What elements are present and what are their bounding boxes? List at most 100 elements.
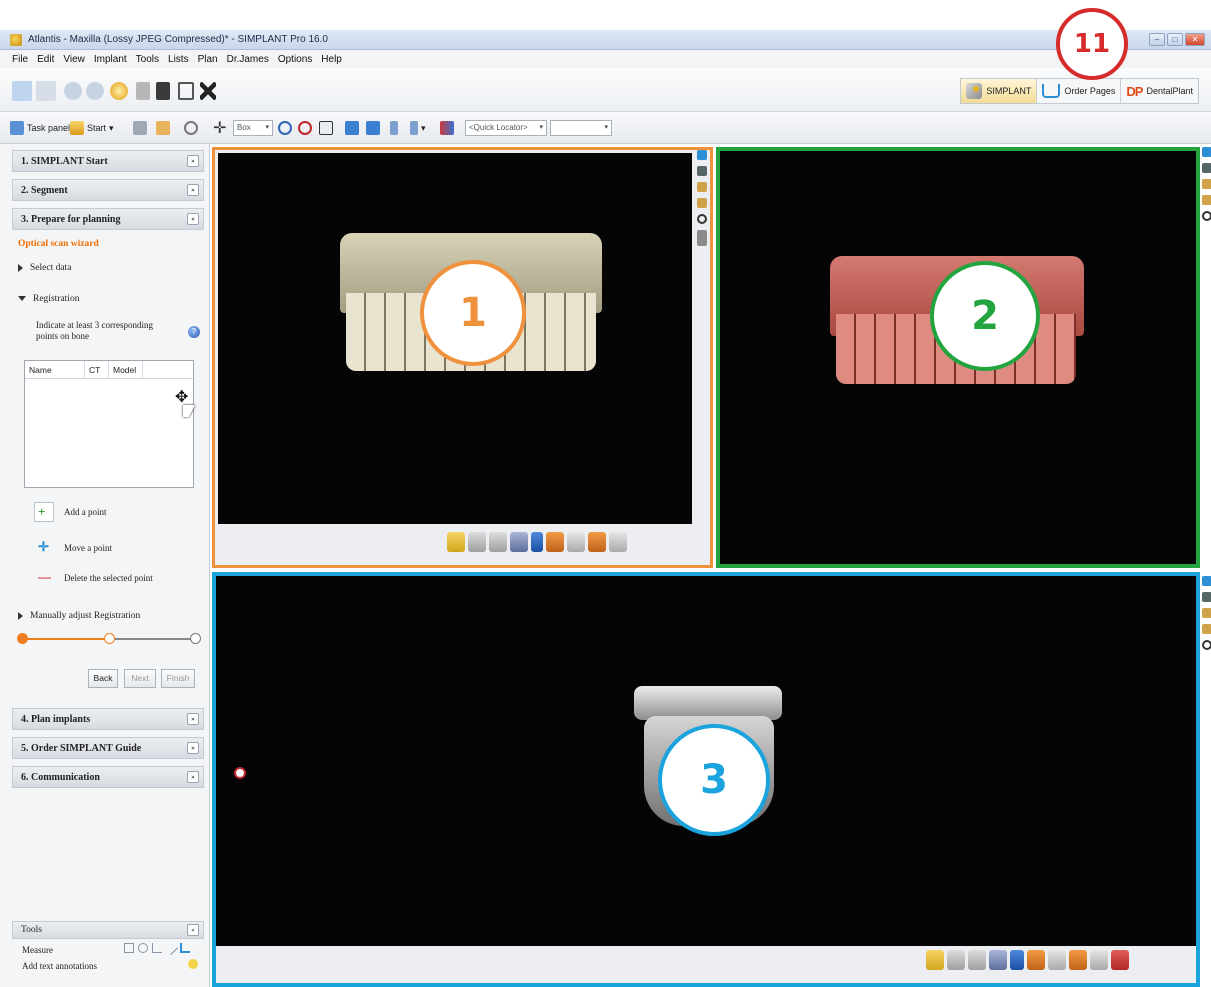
fit-button[interactable] [319,119,333,137]
model-icon[interactable] [1027,950,1045,970]
start-button[interactable]: Start ▾ [70,119,114,137]
hounsfield-icon[interactable] [12,81,32,101]
menu-dr-james[interactable]: Dr.James [227,54,269,65]
menu-lists[interactable]: Lists [168,54,189,65]
implant-button[interactable] [390,119,398,137]
secondary-select[interactable]: ▾ [550,120,612,136]
step-communication[interactable]: 6. Communication » [12,766,204,788]
gear-icon[interactable] [1202,592,1211,602]
view-reset-icon[interactable] [697,150,707,160]
model-icon[interactable] [489,532,507,552]
layer-icon[interactable] [1202,179,1211,189]
view-reset-icon[interactable] [1202,576,1211,586]
refresh-icon[interactable] [1202,211,1211,221]
scroll-icon[interactable] [697,230,707,246]
tab-simplant[interactable]: SIMPLANT [961,79,1038,103]
model-icon[interactable] [1048,950,1066,970]
registration-section[interactable]: Registration [18,294,79,304]
model-icon[interactable] [546,532,564,552]
angle-icon[interactable] [152,943,162,953]
model-icon[interactable] [968,950,986,970]
model-icon[interactable] [531,532,543,552]
quick-locator-select[interactable]: <Quick Locator> ▾ [465,120,547,136]
tab-order-pages[interactable]: Order Pages [1037,79,1122,103]
annotation-icon[interactable] [188,959,198,969]
layer-icon[interactable] [1202,608,1211,618]
task-panel-button[interactable]: Task panel [10,119,70,137]
refresh-icon[interactable] [697,214,707,224]
viewport-2[interactable]: 2 [716,147,1200,568]
help-icon[interactable]: ? [188,326,200,338]
undo-icon[interactable] [64,82,82,100]
box-select[interactable]: Box ▾ [233,120,273,136]
report-icon[interactable] [136,82,150,100]
save-icon[interactable] [36,81,56,101]
gear-icon[interactable] [697,166,707,176]
redo-icon[interactable] [86,82,104,100]
step-prepare-planning[interactable]: 3. Prepare for planning « [12,208,204,230]
pan-button[interactable]: ✛ [213,119,226,137]
bone-model-icon[interactable] [447,532,465,552]
export-icon[interactable] [156,82,170,100]
model-icon[interactable] [989,950,1007,970]
slice2-button[interactable] [366,119,380,137]
model-icon[interactable] [609,532,627,552]
implant-menu-button[interactable]: ▾ [410,119,426,137]
menu-help[interactable]: Help [321,54,342,65]
model-icon[interactable] [947,950,965,970]
menu-tools[interactable]: Tools [136,54,159,65]
bone-model-icon[interactable] [926,950,944,970]
hand-button[interactable] [156,119,170,137]
move-point-action[interactable]: ✛ Move a point [34,538,112,558]
next-button[interactable]: Next [124,669,156,688]
model-icon[interactable] [567,532,585,552]
slice-button[interactable] [345,119,359,137]
profile-icon[interactable] [180,943,190,953]
circle-measure-icon[interactable] [138,943,148,953]
step-simplant-start[interactable]: 1. SIMPLANT Start » [12,150,204,172]
info-icon[interactable] [110,82,128,100]
delete-point-action[interactable]: — Delete the selected point [34,568,153,588]
view-reset-icon[interactable] [1202,147,1211,157]
nerve-button[interactable] [440,119,454,137]
finish-button[interactable]: Finish [161,669,195,688]
model-icon[interactable] [510,532,528,552]
model-icon[interactable] [1111,950,1129,970]
menu-plan[interactable]: Plan [198,54,218,65]
menu-options[interactable]: Options [278,54,312,65]
model-icon[interactable] [1090,950,1108,970]
zoom-in-button[interactable] [278,119,292,137]
model-icon[interactable] [468,532,486,552]
tools-header[interactable]: Tools « [12,921,204,939]
step-plan-implants[interactable]: 4. Plan implants » [12,708,204,730]
zoom-out-button[interactable] [298,119,312,137]
model-icon[interactable] [1069,950,1087,970]
layer-alt-icon[interactable] [1202,195,1211,205]
ruler-icon[interactable] [124,943,134,953]
select-data-link[interactable]: Select data [18,263,71,273]
minimize-button[interactable]: – [1149,33,1165,46]
menu-file[interactable]: File [12,54,28,65]
layout-button[interactable] [133,119,147,137]
model-icon[interactable] [1010,950,1024,970]
back-button[interactable]: Back [88,669,118,688]
points-table[interactable]: Name CT Model ✥ [24,360,195,488]
menu-edit[interactable]: Edit [37,54,54,65]
rotate-button[interactable] [184,119,198,137]
viewport-3[interactable]: 3 [212,572,1200,987]
maximize-button[interactable]: □ [1167,33,1183,46]
line-measure-icon[interactable] [163,940,179,956]
layer-icon[interactable] [697,182,707,192]
gear-icon[interactable] [1202,163,1211,173]
step-order-guide[interactable]: 5. Order SIMPLANT Guide » [12,737,204,759]
screenshot-icon[interactable] [178,82,194,100]
manual-adjust-link[interactable]: Manually adjust Registration [18,611,140,621]
viewport-1[interactable]: 1 [212,147,713,568]
tools-cross-icon[interactable] [200,82,216,100]
close-button[interactable]: ✕ [1185,33,1205,46]
menu-view[interactable]: View [63,54,85,65]
layer-alt-icon[interactable] [1202,624,1211,634]
model-icon[interactable] [588,532,606,552]
tab-dentalplant[interactable]: DP DentalPlant [1121,79,1198,103]
refresh-icon[interactable] [1202,640,1211,650]
